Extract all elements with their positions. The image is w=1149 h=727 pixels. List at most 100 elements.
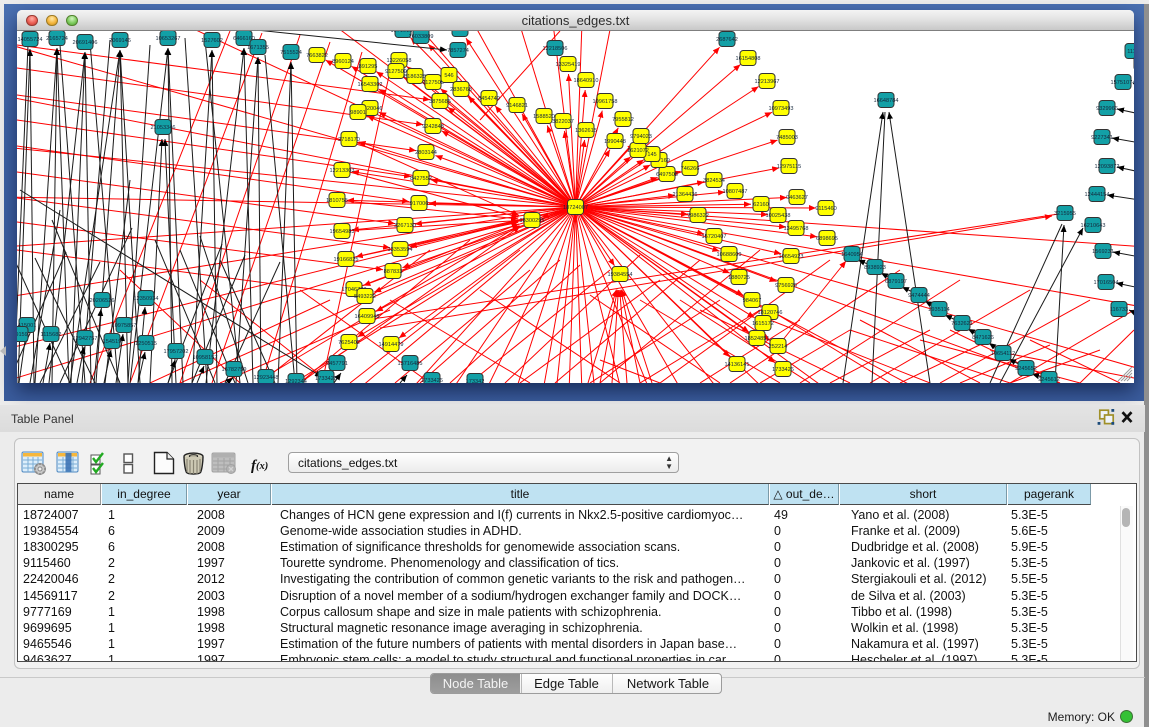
svg-text:21364436: 21364436 [673, 192, 698, 198]
svg-text:7625402: 7625402 [338, 340, 360, 346]
svg-text:1615172: 1615172 [752, 321, 774, 327]
svg-text:12942757: 12942757 [73, 336, 98, 342]
svg-text:1733426: 1733426 [772, 367, 794, 373]
svg-text:6879197: 6879197 [885, 279, 907, 285]
svg-text:20206526: 20206526 [90, 298, 115, 304]
svg-text:16154808: 16154808 [736, 56, 761, 62]
svg-text:917006: 917006 [410, 201, 429, 207]
svg-text:10958157: 10958157 [193, 355, 218, 361]
svg-text:1733426: 1733426 [421, 378, 443, 383]
svg-text:17957202: 17957202 [164, 349, 189, 355]
svg-text:1603389: 1603389 [449, 31, 471, 33]
svg-text:10688609: 10688609 [717, 252, 742, 258]
svg-text:1880725: 1880725 [728, 275, 750, 281]
svg-text:9127508: 9127508 [422, 80, 444, 86]
svg-text:546: 546 [444, 73, 453, 79]
svg-text:984067: 984067 [743, 298, 762, 304]
svg-text:16782759: 16782759 [222, 367, 247, 373]
svg-text:1810755: 1810755 [326, 198, 348, 204]
svg-text:16210643: 16210643 [1081, 223, 1106, 229]
svg-text:16648784: 16648784 [874, 98, 899, 104]
svg-text:3215955: 3215955 [1054, 211, 1076, 217]
svg-text:2069146: 2069146 [109, 38, 131, 44]
svg-text:13353594: 13353594 [388, 247, 413, 253]
svg-text:10975857: 10975857 [112, 323, 137, 329]
svg-text:20691406: 20691406 [73, 40, 98, 46]
svg-text:15751074: 15751074 [1111, 80, 1134, 86]
svg-text:12923448: 12923448 [254, 375, 279, 381]
svg-text:12975115: 12975115 [777, 164, 801, 170]
svg-text:116733: 116733 [1110, 307, 1128, 313]
svg-text:12213303: 12213303 [330, 168, 355, 174]
svg-text:18524851: 18524851 [745, 336, 770, 342]
svg-text:98901: 98901 [350, 110, 366, 116]
svg-text:8427552: 8427552 [410, 176, 432, 182]
svg-text:(x): (x) [256, 461, 268, 472]
svg-text:19166825: 19166825 [334, 257, 359, 263]
svg-text:8938923: 8938923 [864, 265, 886, 271]
svg-text:10961758: 10961758 [593, 99, 618, 105]
svg-text:1569231: 1569231 [1092, 249, 1114, 255]
svg-text:9756928: 9756928 [775, 283, 797, 289]
svg-text:1527602: 1527602 [201, 38, 223, 44]
svg-text:15720407: 15720407 [702, 234, 727, 240]
svg-text:7663822: 7663822 [306, 53, 328, 59]
svg-text:13495768: 13495768 [784, 226, 809, 232]
svg-text:13325419: 13325419 [556, 62, 581, 68]
svg-text:1588520: 1588520 [533, 114, 555, 120]
svg-text:7955812: 7955812 [612, 117, 634, 123]
svg-text:8454749: 8454749 [478, 96, 500, 102]
svg-text:887833: 887833 [384, 269, 403, 275]
svg-text:3267130: 3267130 [394, 223, 416, 229]
svg-text:17016504: 17016504 [1094, 280, 1119, 286]
svg-text:9457791: 9457791 [326, 361, 348, 367]
svg-text:10654112: 10654112 [991, 351, 1015, 357]
svg-text:1990448: 1990448 [604, 139, 626, 145]
svg-text:10973493: 10973493 [769, 106, 794, 112]
svg-text:10654923: 10654923 [779, 254, 804, 260]
svg-text:9474444: 9474444 [908, 293, 930, 299]
svg-text:21053346: 21053346 [151, 125, 176, 131]
svg-text:14055724: 14055724 [18, 37, 43, 43]
svg-text:1362615: 1362615 [575, 128, 597, 134]
svg-text:3824534: 3824534 [703, 178, 725, 184]
svg-text:16033809: 16033809 [409, 34, 434, 40]
svg-text:2718170: 2718170 [338, 137, 360, 143]
svg-text:9242848: 9242848 [422, 124, 444, 130]
svg-text:1733426: 1733426 [315, 376, 337, 382]
svg-text:62160: 62160 [753, 202, 769, 208]
svg-text:16543362: 16543362 [358, 82, 383, 88]
svg-text:252214: 252214 [769, 344, 788, 350]
svg-text:12093872: 12093872 [1095, 164, 1120, 170]
svg-text:1621072: 1621072 [627, 148, 649, 154]
svg-text:9227341: 9227341 [1091, 135, 1113, 141]
svg-text:173342: 173342 [466, 379, 485, 383]
svg-text:1250515: 1250515 [135, 341, 157, 347]
svg-text:1640954: 1640954 [841, 252, 863, 258]
svg-text:2935114: 2935114 [928, 307, 949, 313]
svg-text:9329966: 9329966 [1096, 106, 1118, 112]
svg-text:1671355: 1671355 [247, 45, 269, 51]
svg-text:13716485: 13716485 [398, 361, 423, 367]
svg-text:18640910: 18640910 [574, 78, 599, 84]
svg-text:16409948: 16409948 [355, 314, 380, 320]
svg-text:9245612: 9245612 [1038, 377, 1060, 383]
svg-text:6898695: 6898695 [816, 236, 838, 242]
svg-text:5493222: 5493222 [354, 294, 376, 300]
svg-text:8960124: 8960124 [332, 59, 354, 65]
svg-text:18724007: 18724007 [563, 205, 588, 211]
svg-text:1292344: 1292344 [285, 379, 307, 383]
svg-text:19654983: 19654983 [330, 229, 355, 235]
svg-text:14914479: 14914479 [379, 342, 404, 348]
svg-text:9794023: 9794023 [630, 134, 652, 140]
svg-text:8471626: 8471626 [972, 335, 994, 341]
svg-text:7632621: 7632621 [951, 321, 973, 327]
svg-text:3875685: 3875685 [429, 99, 451, 105]
svg-text:39159: 39159 [17, 332, 28, 338]
svg-text:1117: 1117 [1127, 49, 1134, 55]
svg-text:9115460: 9115460 [815, 206, 836, 212]
svg-text:7485003: 7485003 [776, 135, 798, 141]
svg-text:18300295: 18300295 [520, 218, 545, 224]
svg-text:746266: 746266 [681, 166, 700, 172]
svg-text:154519: 154519 [103, 339, 122, 345]
